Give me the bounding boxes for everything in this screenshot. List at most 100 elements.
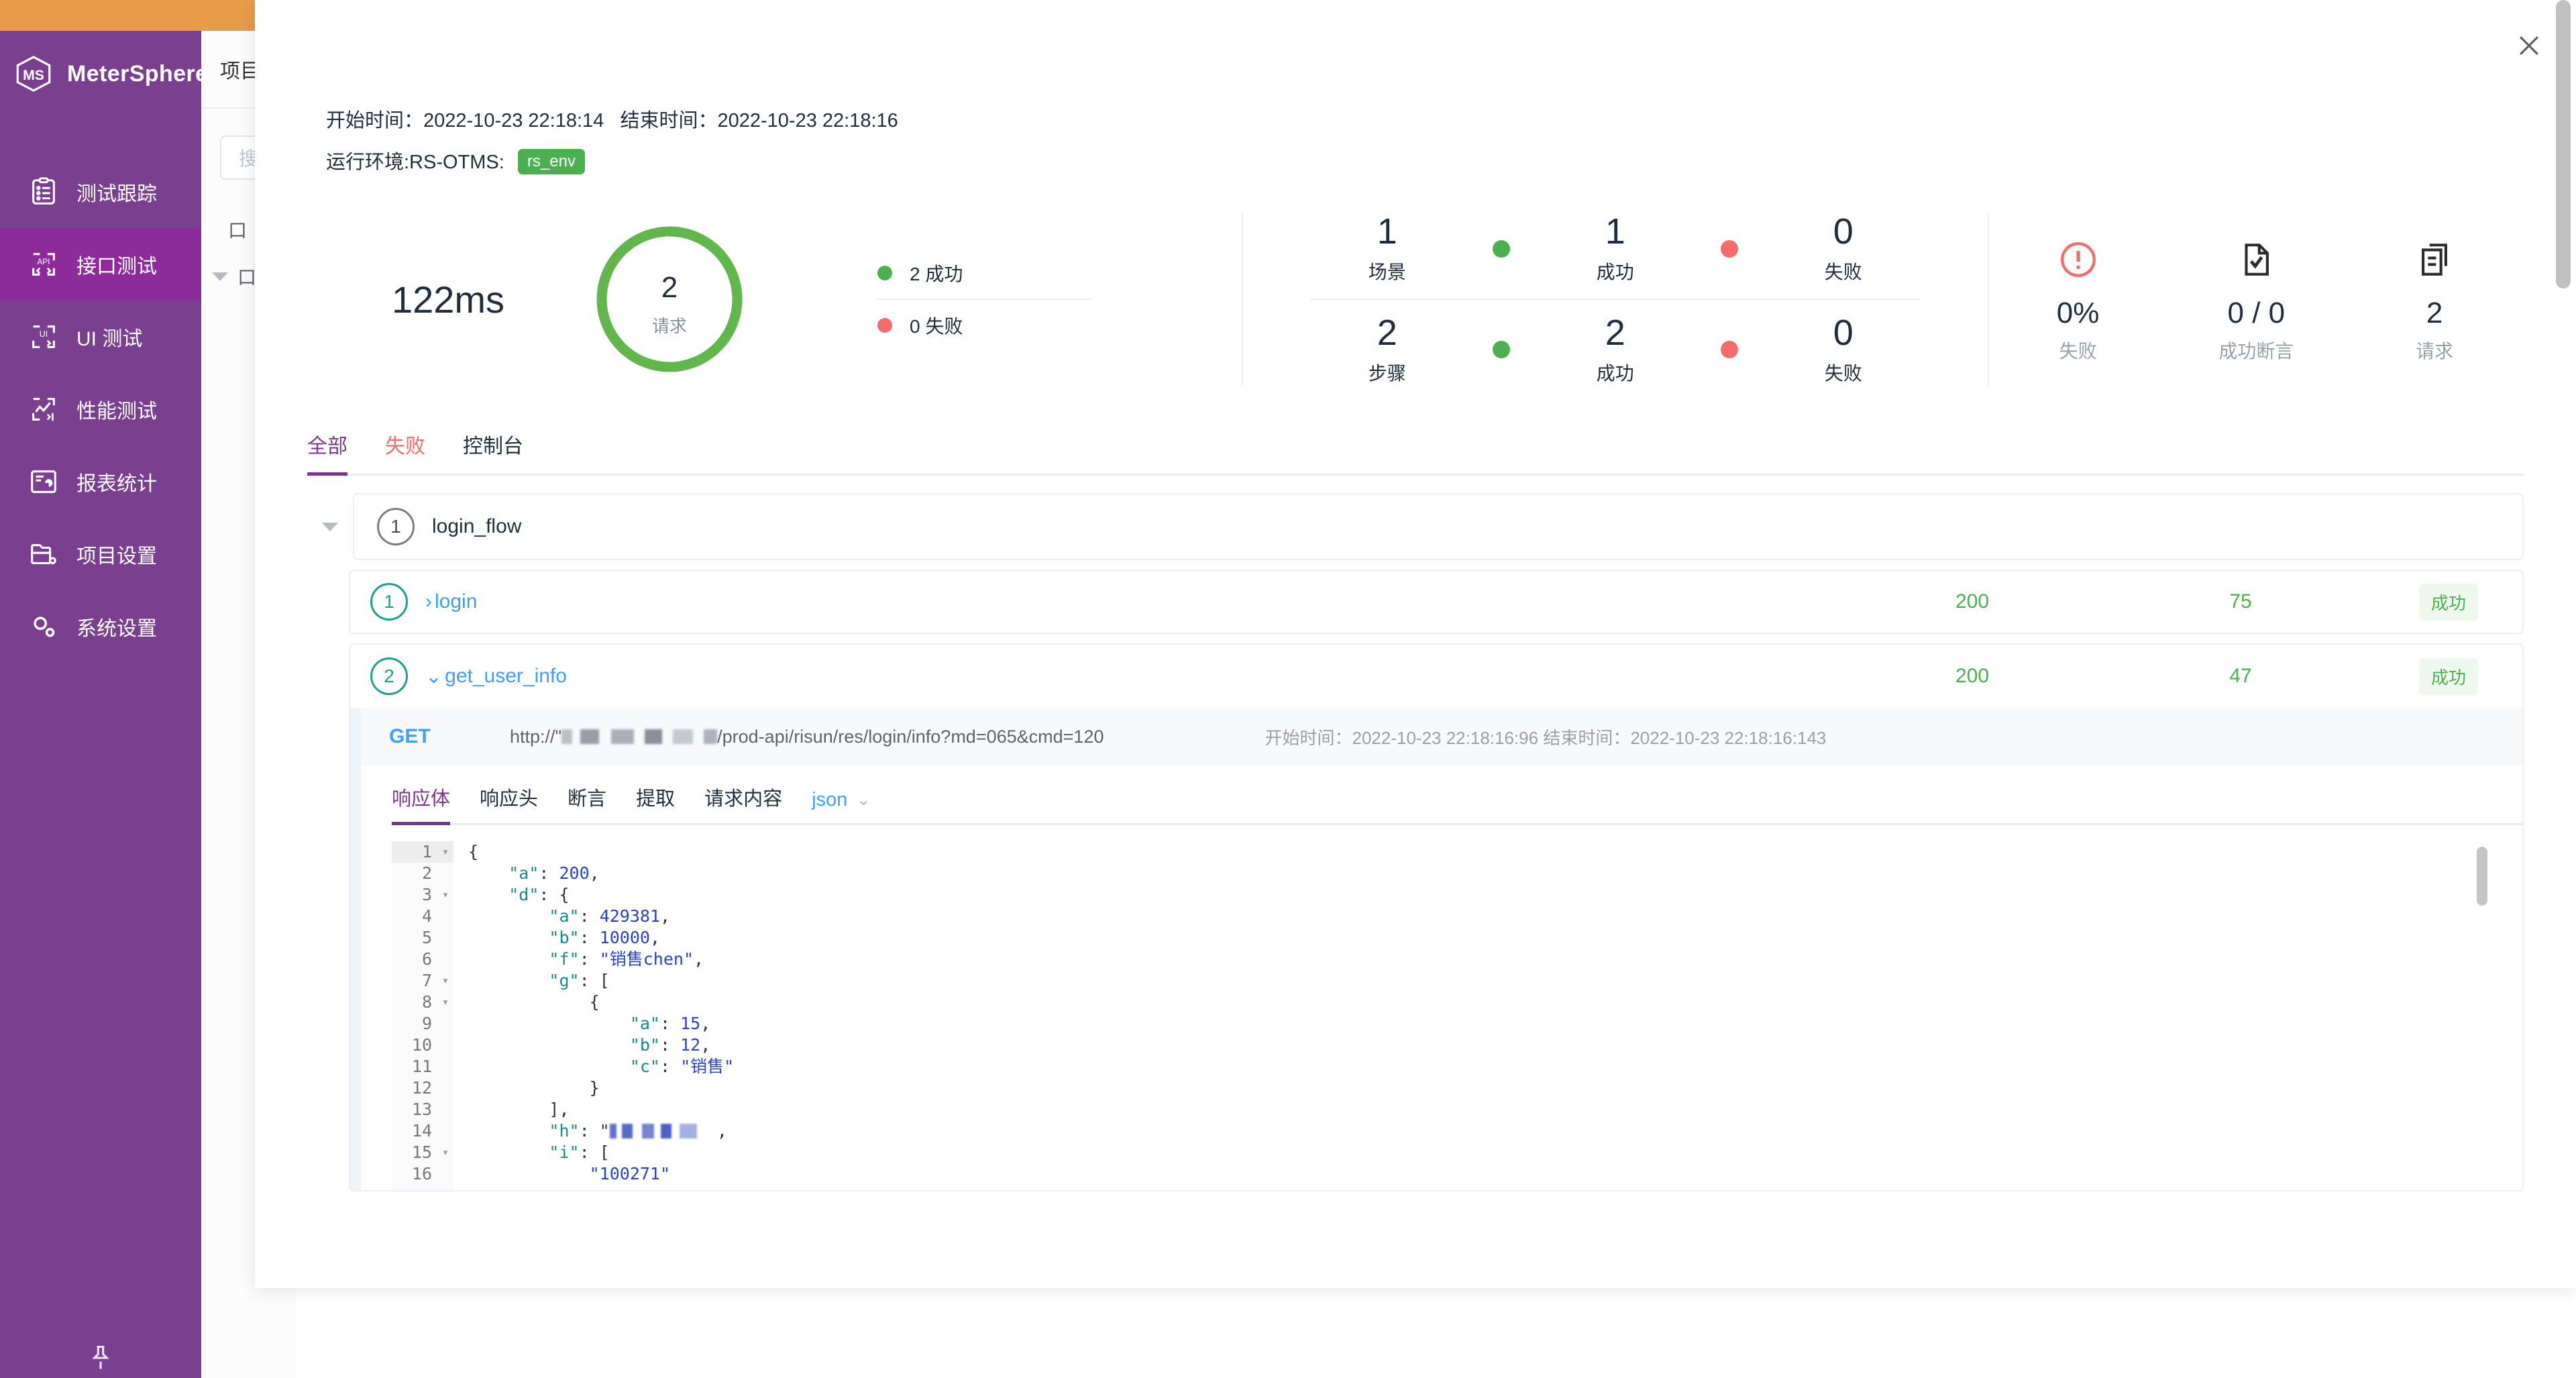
- request-status-wrap: 成功: [2375, 584, 2522, 621]
- sub-tab-extract[interactable]: 提取: [636, 783, 675, 823]
- code-token: ,: [697, 1121, 727, 1141]
- line-number: 12: [392, 1077, 437, 1099]
- format-select[interactable]: json ⌄: [812, 789, 870, 823]
- fold-toggle-icon[interactable]: ▾: [437, 884, 453, 906]
- editor-code[interactable]: 1▾{2 "a": 200,3▾ "d": {4 "a": 429381,5 "…: [392, 841, 2491, 1190]
- request-status-wrap: 成功: [2375, 658, 2522, 695]
- scenario-card[interactable]: 1 login_flow: [353, 493, 2524, 560]
- tab-console[interactable]: 控制台: [463, 429, 523, 474]
- request-name[interactable]: get_user_info: [445, 665, 567, 688]
- fold-toggle-icon[interactable]: ▾: [437, 992, 453, 1013]
- start-time-value: 2022-10-23 22:18:14: [423, 110, 604, 131]
- fold-spacer: [437, 1035, 453, 1056]
- stats-panel: 122ms 2 请求 2 成功: [307, 199, 2524, 400]
- code-token: "c": [630, 1057, 660, 1076]
- sub-tab-assertions[interactable]: 断言: [568, 783, 606, 823]
- scenario-collapse-icon[interactable]: [322, 523, 338, 531]
- request-index-badge: 2: [370, 657, 408, 695]
- request-url: http://"/prod-api/risun/res/login/info?m…: [510, 727, 1104, 747]
- code-text: "g": [: [453, 970, 610, 992]
- donut-legend: 2 成功 0 失败: [877, 248, 1092, 351]
- sidebar-item-ui-test[interactable]: UI UI 测试: [0, 301, 201, 373]
- code-line: 5 "b": 10000,: [392, 927, 2491, 949]
- fold-spacer: [437, 863, 453, 884]
- line-number: 4: [392, 906, 437, 927]
- page-scrollbar-thumb[interactable]: [2556, 0, 2571, 288]
- sidebar-item-label: 项目设置: [76, 539, 157, 569]
- report-icon: [28, 466, 59, 497]
- code-line: 1▾{: [392, 841, 2491, 863]
- request-row-login[interactable]: 1 › login 200 75 成功: [349, 570, 2524, 634]
- detail-end-label: 结束时间：: [1543, 728, 1630, 748]
- sidebar-item-api-test[interactable]: API 接口测试: [0, 228, 201, 301]
- code-line: 12 }: [392, 1077, 2491, 1099]
- code-token: "h": [549, 1121, 579, 1141]
- step-fail: 0 失败: [1766, 314, 1921, 386]
- request-url-bar: GET http://"/prod-api/risun/res/login/in…: [361, 708, 2522, 765]
- response-time-value: 122ms: [307, 278, 589, 321]
- chevron-down-icon[interactable]: ⌄: [425, 665, 442, 688]
- code-token: ,: [590, 863, 600, 883]
- code-token: "a": [549, 906, 579, 926]
- assertion-cell: 0 / 0 成功断言: [2172, 235, 2340, 364]
- fold-toggle-icon[interactable]: ▾: [437, 970, 453, 992]
- sub-tab-response-body[interactable]: 响应体: [392, 783, 450, 823]
- request-row-get-user-info[interactable]: 2 ⌄ get_user_info 200 47 成功: [349, 643, 2524, 708]
- legend-item-success: 2 成功: [877, 248, 1092, 299]
- fold-toggle-icon[interactable]: ▾: [437, 1142, 453, 1163]
- top-banner: [0, 0, 255, 31]
- scenario-row: 1 login_flow: [307, 493, 2524, 560]
- tab-all[interactable]: 全部: [307, 429, 347, 474]
- chevron-down-icon: [212, 272, 228, 281]
- legend-dot-green: [877, 266, 892, 280]
- code-token: "f": [549, 949, 579, 969]
- donut-value: 2: [589, 271, 750, 305]
- code-token: "销售": [680, 1057, 734, 1076]
- detail-start-time: 2022-10-23 22:18:16:96: [1352, 728, 1539, 748]
- assertion-value: 0 / 0: [2172, 297, 2340, 330]
- fold-spacer: [437, 1120, 453, 1142]
- code-text: "b": 10000,: [453, 927, 660, 949]
- step-total: 2 步骤: [1310, 314, 1464, 386]
- code-text: "f": "销售chen",: [453, 949, 704, 970]
- scene-fail: 0 失败: [1766, 213, 1921, 284]
- sidebar-item-test-tracking[interactable]: 测试跟踪: [0, 156, 201, 228]
- code-token: 429381: [600, 906, 660, 926]
- gear-icon: [28, 611, 59, 642]
- sidebar-item-system-settings[interactable]: 系统设置: [0, 590, 201, 663]
- line-number: 3: [392, 884, 437, 906]
- fold-spacer: [437, 927, 453, 949]
- close-button[interactable]: [2512, 28, 2546, 63]
- code-text: "a": 200,: [453, 863, 600, 884]
- sidebar-item-performance-test[interactable]: 性能测试: [0, 373, 201, 445]
- line-number: 13: [392, 1099, 437, 1120]
- request-count-cell: 2 请求: [2351, 235, 2518, 364]
- sidebar-item-report[interactable]: 报表统计: [0, 445, 201, 518]
- pin-button[interactable]: [0, 1343, 201, 1373]
- page-scrollbar-track[interactable]: [2559, 0, 2573, 1378]
- code-text: "c": "销售": [453, 1056, 734, 1077]
- code-token: "a": [508, 863, 539, 883]
- legend-dot-red: [877, 318, 892, 333]
- code-token: "g": [549, 971, 579, 990]
- code-token: ,: [700, 1035, 710, 1055]
- copy-document-icon: [2351, 235, 2518, 284]
- code-token: "a": [630, 1014, 660, 1033]
- brand[interactable]: MS MeterSphere: [0, 31, 201, 98]
- metersphere-logo-icon: MS: [13, 54, 54, 94]
- fold-toggle-icon[interactable]: ▾: [437, 841, 453, 863]
- chevron-right-icon[interactable]: ›: [425, 590, 432, 613]
- step-fail-value: 0: [1766, 314, 1921, 352]
- code-token: :: [580, 906, 600, 926]
- request-name[interactable]: login: [435, 590, 477, 613]
- tab-failed[interactable]: 失败: [385, 429, 425, 474]
- code-line: 7▾ "g": [: [392, 970, 2491, 992]
- step-total-label: 步骤: [1310, 359, 1464, 386]
- sub-tab-response-headers[interactable]: 响应头: [480, 783, 538, 823]
- sidebar-item-project-settings[interactable]: 项目设置: [0, 518, 201, 590]
- editor-scrollbar[interactable]: [2477, 847, 2487, 906]
- response-body-editor[interactable]: 1▾{2 "a": 200,3▾ "d": {4 "a": 429381,5 "…: [392, 841, 2491, 1190]
- code-text: "100271": [453, 1163, 670, 1185]
- sub-tab-request-content[interactable]: 请求内容: [704, 783, 782, 823]
- code-text: "a": 15,: [453, 1013, 710, 1035]
